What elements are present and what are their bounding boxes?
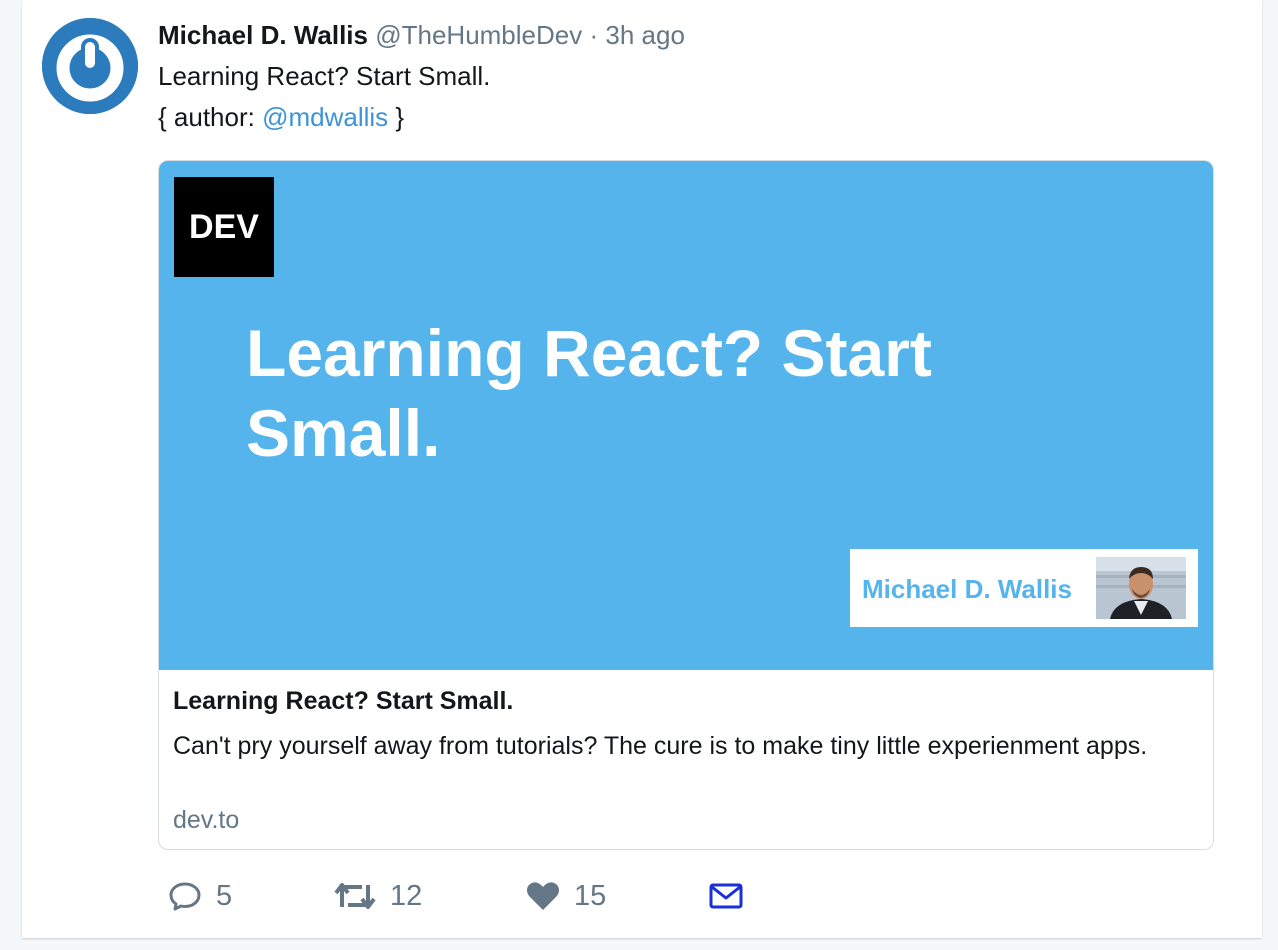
tweet-text-line: Learning React? Start Small. [158,61,491,91]
header-separator: · [589,20,599,50]
like-count: 15 [574,879,607,912]
card-title[interactable]: Learning React? Start Small. [173,685,513,717]
retweet-button[interactable]: 12 [334,876,422,916]
like-button[interactable]: 15 [526,876,606,916]
avatar[interactable] [42,18,138,114]
retweet-icon [334,883,376,909]
direct-message-button[interactable] [709,876,743,916]
power-icon [42,18,138,114]
author-handle[interactable]: @TheHumbleDev [375,20,582,50]
reply-icon [169,882,201,911]
reply-button[interactable]: 5 [168,876,232,916]
mention-link[interactable]: @mdwallis [262,102,388,132]
envelope-icon [709,883,743,909]
link-preview-card[interactable]: DEV Learning React? Start Small. Michael… [158,160,1214,850]
card-image-headline: Learning React? Start Small. [246,316,932,470]
card-image[interactable]: DEV Learning React? Start Small. Michael… [159,161,1213,670]
card-domain: dev.to [173,806,240,834]
card-image-author-name: Michael D. Wallis [862,574,1072,604]
author-suffix: } [388,102,405,132]
tweet-timestamp[interactable]: 3h ago [605,20,685,50]
heart-icon [527,882,559,910]
tweet-header: Michael D. Wallis @TheHumbleDev · 3h ago [158,19,685,51]
reply-count: 5 [216,879,233,912]
author-photo [1096,557,1186,619]
retweet-count: 12 [390,879,423,912]
author-prefix: { author: [158,102,263,132]
card-image-author-badge: Michael D. Wallis [850,549,1198,627]
author-name[interactable]: Michael D. Wallis [158,20,368,50]
tweet-card: Michael D. Wallis @TheHumbleDev · 3h ago… [22,0,1262,938]
tweet-author-line: { author: @mdwallis } [158,101,404,133]
dev-logo: DEV [174,177,274,277]
card-description: Can't pry yourself away from tutorials? … [173,732,1148,760]
